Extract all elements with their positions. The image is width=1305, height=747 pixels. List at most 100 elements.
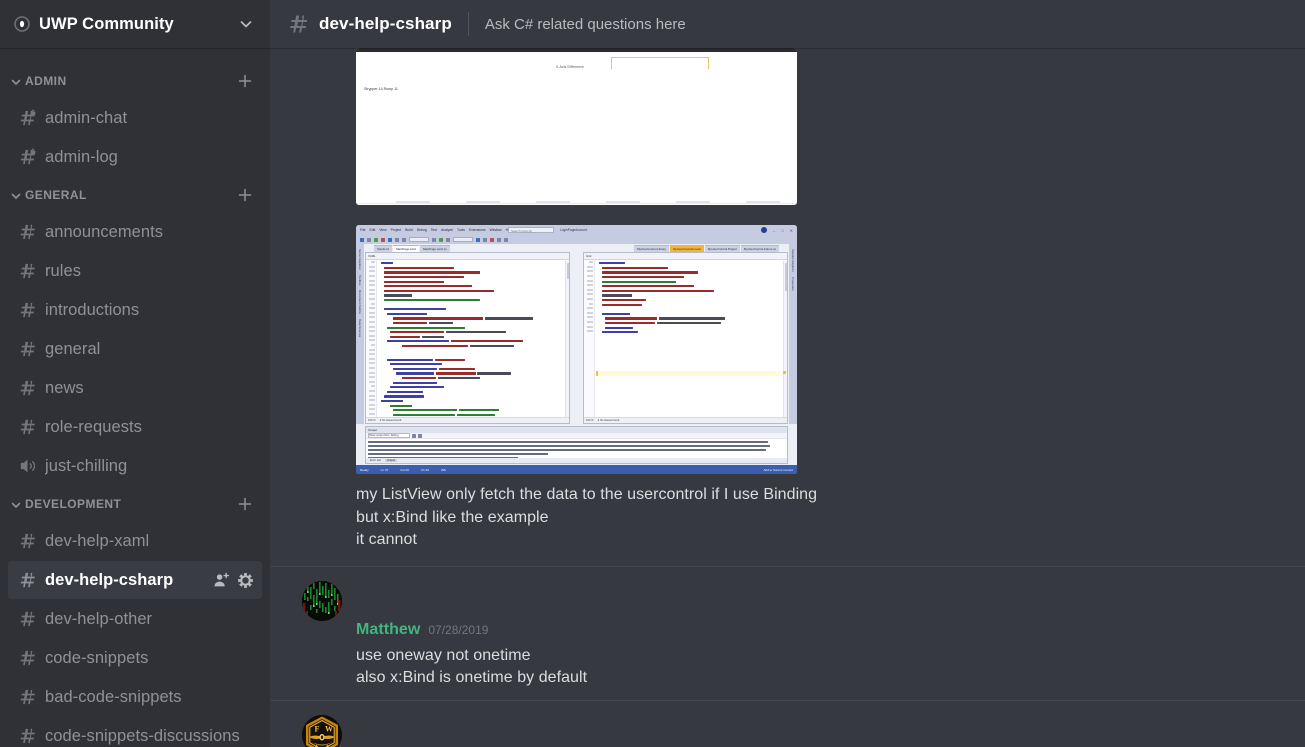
sidebar-item-introductions[interactable]: introductions <box>8 291 262 329</box>
add-channel-icon[interactable] <box>236 186 254 204</box>
vs-tab-1[interactable]: MainPage.xaml <box>393 245 419 252</box>
vs-toolbar-button[interactable] <box>402 237 406 242</box>
sidebar-item-rules[interactable]: rules <box>8 252 262 290</box>
vs-output-source-select[interactable]: Show output from: Debug <box>368 433 410 438</box>
sidebar-item-admin-log[interactable]: admin-log <box>8 138 262 176</box>
vs-toolbar-button[interactable] <box>476 237 480 242</box>
category-header-general[interactable]: GENERAL <box>0 178 270 212</box>
vs-toolbar-button[interactable] <box>388 237 392 242</box>
vs-minimize-icon[interactable]: – <box>773 228 775 233</box>
vs-toolbar-button[interactable] <box>360 237 364 242</box>
vs-code-area[interactable] <box>378 261 563 422</box>
vs-toolbar-dropdown[interactable] <box>453 237 473 242</box>
category-header-admin[interactable]: ADMIN <box>0 64 270 98</box>
sidebar-item-dev-help-other[interactable]: dev-help-other <box>8 600 262 638</box>
vs-editor-pane-left[interactable]: XAML 100 % ● No issues found <box>365 252 570 424</box>
vs-output-clear-icon[interactable] <box>412 433 416 438</box>
sidebar-item-code-snippets-discussions[interactable]: code-snippets-discussions <box>8 717 262 747</box>
vs-menu-file[interactable]: File <box>360 228 365 232</box>
vs-editor-pane-right[interactable]: Grid 100 % ● No issues found <box>583 252 788 424</box>
vs-menu-view[interactable]: View <box>379 228 386 232</box>
vs-status-source-control[interactable]: Add to Source Control <box>763 468 793 472</box>
sidebar-item-news[interactable]: news <box>8 369 262 407</box>
vs-rail-solution-explorer[interactable]: Solution Explorer <box>791 249 795 272</box>
add-channel-icon[interactable] <box>236 495 254 513</box>
vs-toolbar-button[interactable] <box>395 237 399 242</box>
message-author[interactable]: Matthew <box>356 621 420 639</box>
vs-right-rail[interactable]: Solution Explorer Properties <box>789 244 797 424</box>
avatar[interactable]: F W <box>302 714 342 747</box>
chevron-down-icon[interactable] <box>10 498 22 510</box>
sidebar-item-dev-help-xaml[interactable]: dev-help-xaml <box>8 522 262 560</box>
vs-toolbar-button[interactable] <box>432 237 436 242</box>
scrollbar-thumb[interactable] <box>784 263 787 291</box>
vs-toolbar-button[interactable] <box>490 237 494 242</box>
vs-output-toolbar[interactable]: Show output from: Debug <box>366 433 787 439</box>
server-header[interactable]: UWP Community <box>0 0 270 48</box>
vs-menu-tools[interactable]: Tools <box>457 228 465 232</box>
vs-menu-debug[interactable]: Debug <box>417 228 427 232</box>
vs-close-icon[interactable]: ✕ <box>790 228 793 233</box>
vs-tab-2[interactable]: MainPage.xaml.cs <box>420 245 450 252</box>
sidebar-item-announcements[interactable]: announcements <box>8 213 262 251</box>
scrollbar-thumb[interactable] <box>566 263 569 279</box>
vs-maximize-icon[interactable]: □ <box>781 228 783 233</box>
vs-search-box[interactable]: Search (Ctrl+Q) <box>508 227 554 233</box>
vs-output-tabs[interactable]: Error List Output <box>366 458 787 463</box>
vs-menu-extensions[interactable]: Extensions <box>469 228 486 232</box>
vs-left-rail[interactable]: Server Explorer Toolbox Document Outline Da… <box>356 244 364 424</box>
vs-tab-right-3[interactable]: MyUserControl.Frame.cs <box>740 245 779 252</box>
vs-output-tab-output[interactable]: Output <box>384 459 397 462</box>
vs-output-wrap-icon[interactable] <box>418 433 422 438</box>
vs-vertical-scrollbar[interactable] <box>783 261 787 417</box>
attachment-chart-screenshot[interactable]: X-Axis Difference Strypper 14 Rump 11 <box>356 48 797 205</box>
vs-vertical-scrollbar[interactable] <box>565 261 569 417</box>
sidebar-item-role-requests[interactable]: role-requests <box>8 408 262 446</box>
vs-tab-right-2[interactable]: MyUserControl.Project <box>704 245 740 252</box>
sidebar-item-general[interactable]: general <box>8 330 262 368</box>
vs-toolbar-button[interactable] <box>367 237 371 242</box>
chevron-down-icon[interactable] <box>10 75 22 87</box>
chevron-down-icon[interactable] <box>10 189 22 201</box>
vs-rail-server-explorer[interactable]: Server Explorer <box>358 249 362 270</box>
channel-list[interactable]: ADMIN admin-chat admin-log GENERAL announcem… <box>0 48 270 747</box>
vs-menu-build[interactable]: Build <box>405 228 413 232</box>
vs-menu-analyze[interactable]: Analyze <box>441 228 453 232</box>
vs-toolbar-button[interactable] <box>446 237 450 242</box>
vs-menu-window[interactable]: Window <box>490 228 502 232</box>
vs-toolbar-button[interactable] <box>497 237 501 242</box>
sidebar-item-dev-help-csharp[interactable]: dev-help-csharp <box>8 561 262 599</box>
vs-menu-edit[interactable]: Edit <box>369 228 375 232</box>
category-header-development[interactable]: DEVELOPMENT <box>0 487 270 521</box>
vs-toolbar-button[interactable] <box>504 237 508 242</box>
vs-toolbar-button[interactable] <box>381 237 385 242</box>
vs-toolbar-button[interactable] <box>374 237 378 242</box>
vs-menu-test[interactable]: Test <box>431 228 437 232</box>
gear-icon[interactable] <box>237 572 254 589</box>
attachment-visual-studio-screenshot[interactable]: File Edit View Project Build Debug Test Analyze… <box>356 225 797 474</box>
vs-output-panel[interactable]: Output Show output from: Debug Error Lis… <box>365 426 788 464</box>
vs-tab-0[interactable]: Solution1 <box>374 245 393 252</box>
vs-toolbar-dropdown[interactable] <box>409 237 429 242</box>
vs-tab-right-0[interactable]: MyUserControl.Library <box>634 245 669 252</box>
sidebar-item-admin-chat[interactable]: admin-chat <box>8 99 262 137</box>
avatar[interactable] <box>302 580 342 621</box>
vs-toolbar-button[interactable] <box>483 237 487 242</box>
sidebar-item-bad-code-snippets[interactable]: bad-code-snippets <box>8 678 262 716</box>
vs-rail-data-sources[interactable]: Data Sources <box>358 319 362 337</box>
vs-rail-document-outline[interactable]: Document Outline <box>358 290 362 314</box>
channel-actions[interactable] <box>213 572 254 589</box>
message-list[interactable]: X-Axis Difference Strypper 14 Rump 11 Fi… <box>270 48 1305 747</box>
vs-document-tabs[interactable]: Solution1 MainPage.xaml MainPage.xaml.cs My… <box>374 244 779 252</box>
vs-rail-toolbox[interactable]: Toolbox <box>358 275 362 285</box>
vs-window-controls[interactable]: – □ ✕ <box>760 227 793 233</box>
vs-output-tab-error-list[interactable]: Error List <box>368 459 383 462</box>
invite-person-icon[interactable] <box>213 572 230 589</box>
vs-toolbar-button[interactable] <box>439 237 443 242</box>
vs-tab-right-1[interactable]: MyUserControl2.xaml <box>670 245 704 252</box>
sidebar-item-code-snippets[interactable]: code-snippets <box>8 639 262 677</box>
vs-code-area[interactable] <box>596 261 781 335</box>
chevron-down-icon[interactable] <box>238 16 254 32</box>
add-channel-icon[interactable] <box>236 72 254 90</box>
vs-rail-properties[interactable]: Properties <box>791 277 795 291</box>
